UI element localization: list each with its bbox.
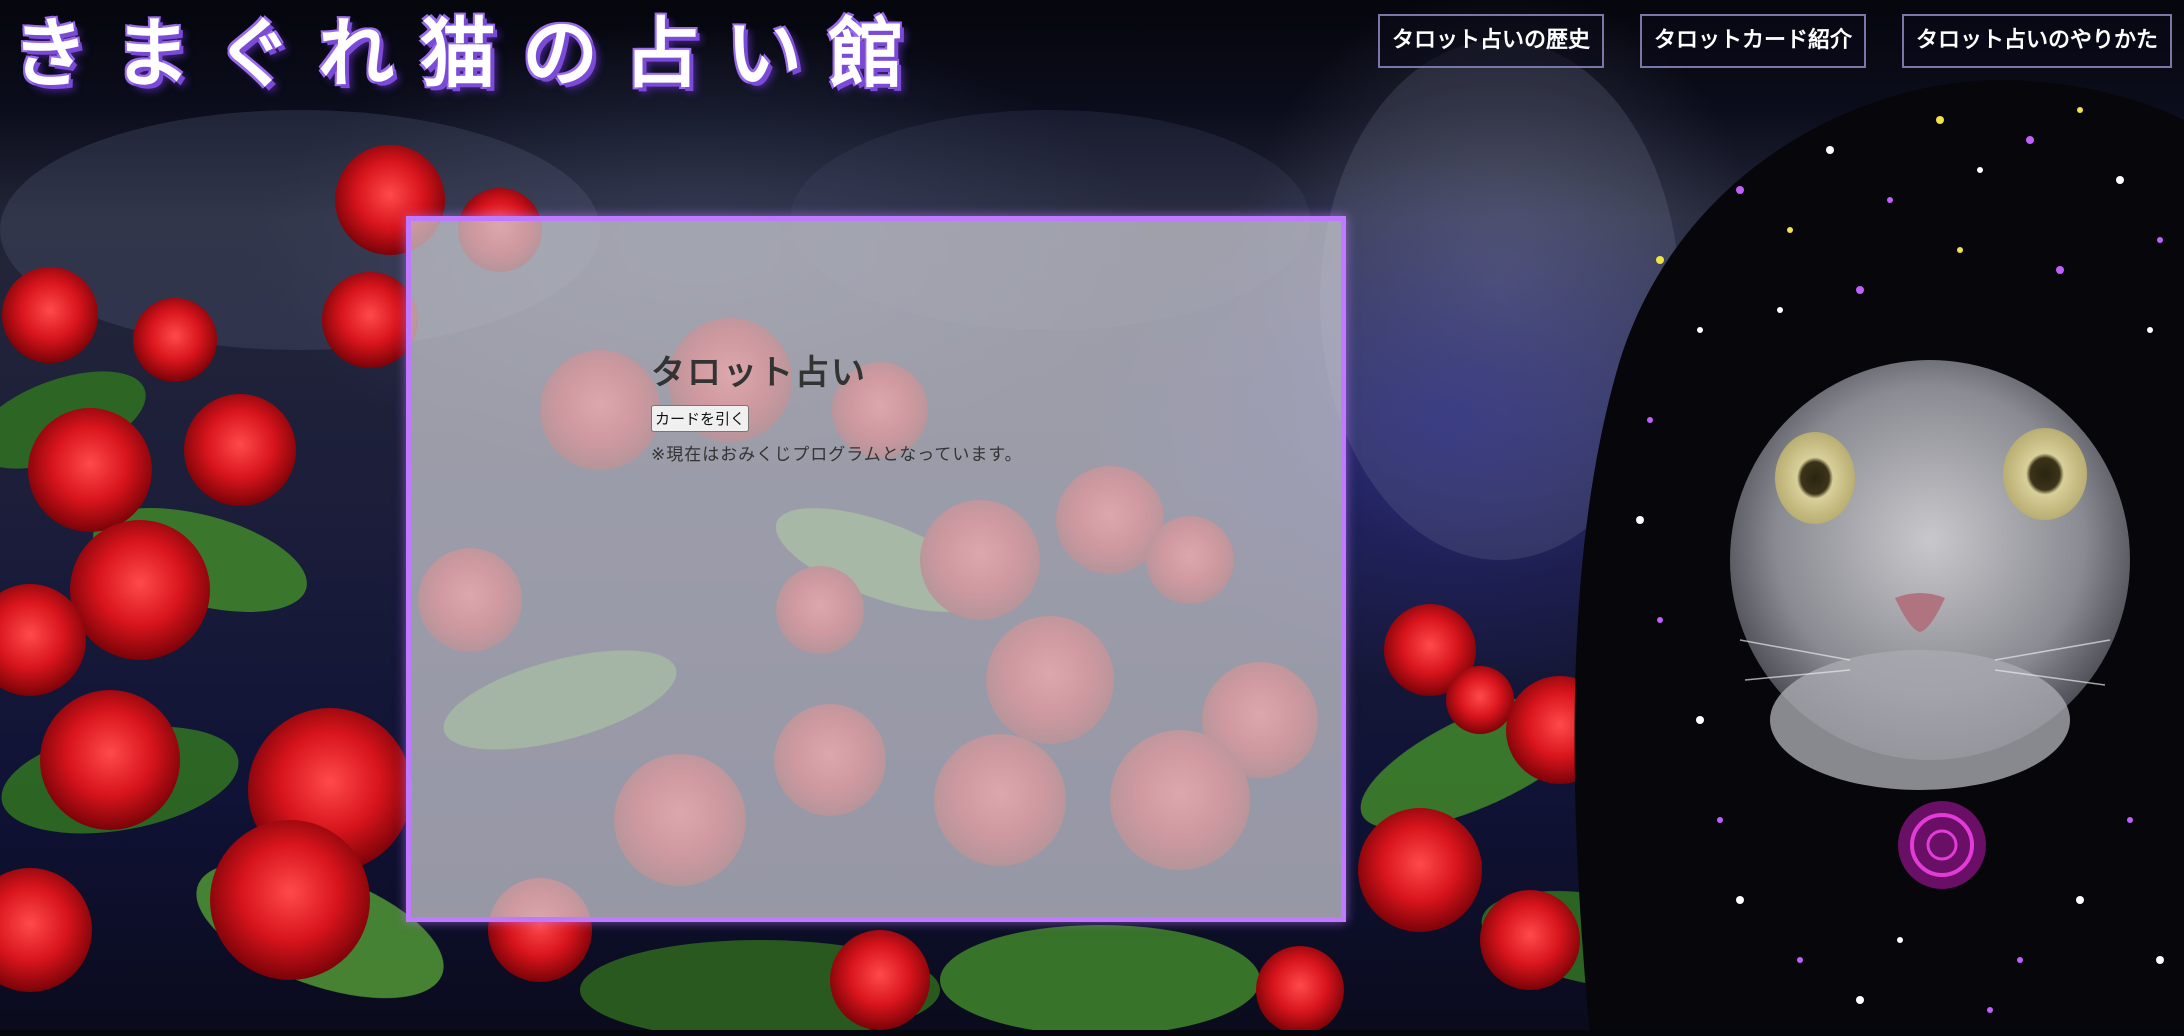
tarot-panel-content: タロット占い カードを引く ※現在はおみくじプログラムとなっています。 xyxy=(651,351,1023,465)
panel-title: タロット占い xyxy=(651,353,867,393)
page: きまぐれ猫の占い館 タロット占いの歴史 タロットカード紹介 タロット占いのやりか… xyxy=(0,0,2184,1036)
tarot-panel: タロット占い カードを引く ※現在はおみくじプログラムとなっています。 xyxy=(406,216,1346,922)
omikuji-note: ※現在はおみくじプログラムとなっています。 xyxy=(651,445,1023,465)
site-title: きまぐれ猫の占い館 xyxy=(12,9,930,98)
nav-tarot-history[interactable]: タロット占いの歴史 xyxy=(1377,14,1604,68)
main-nav: タロット占いの歴史 タロットカード紹介 タロット占いのやりかた xyxy=(1377,14,2172,68)
nav-tarot-howto[interactable]: タロット占いのやりかた xyxy=(1901,14,2172,68)
nav-tarot-cards[interactable]: タロットカード紹介 xyxy=(1639,14,1866,68)
draw-card-button[interactable]: カードを引く xyxy=(651,405,750,432)
